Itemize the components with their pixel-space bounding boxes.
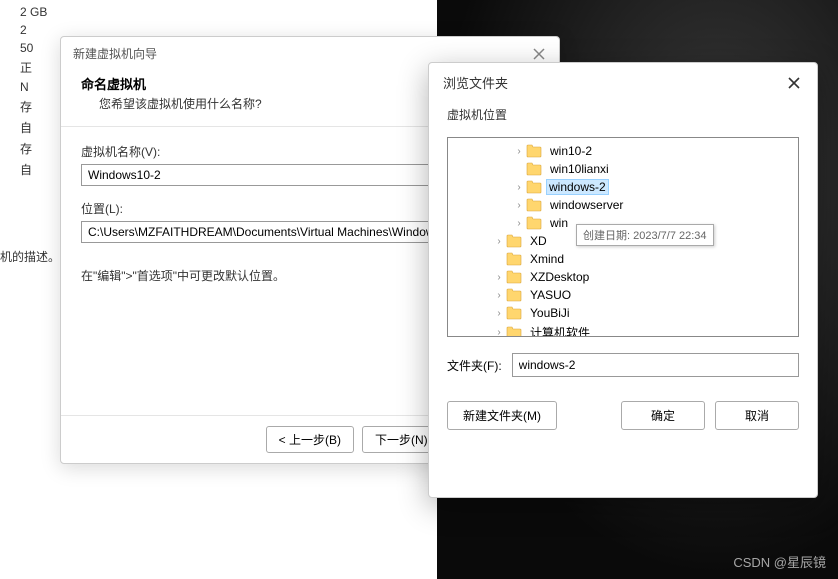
folder-icon — [526, 180, 542, 194]
back-button[interactable]: < 上一步(B) — [266, 426, 354, 453]
tree-item-label: win10lianxi — [546, 161, 613, 177]
folder-icon — [506, 326, 522, 338]
chevron-right-icon[interactable]: › — [492, 290, 506, 301]
chevron-right-icon[interactable]: › — [492, 272, 506, 283]
tree-item-label: windows-2 — [546, 179, 609, 195]
browse-title: 浏览文件夹 — [443, 73, 508, 92]
new-folder-button[interactable]: 新建文件夹(M) — [447, 401, 557, 430]
folder-icon — [506, 270, 522, 284]
tree-item-label: win — [546, 215, 572, 231]
chevron-right-icon[interactable]: › — [492, 236, 506, 247]
folder-icon — [526, 216, 542, 230]
folder-icon — [506, 288, 522, 302]
close-icon[interactable] — [785, 74, 803, 92]
folder-icon — [506, 252, 522, 266]
cancel-button[interactable]: 取消 — [715, 401, 799, 430]
chevron-right-icon[interactable]: › — [512, 218, 526, 229]
tree-item[interactable]: › windowserver — [448, 196, 798, 214]
tree-item-label: 计算机软件 — [526, 323, 594, 337]
folder-icon — [526, 162, 542, 176]
ok-button[interactable]: 确定 — [621, 401, 705, 430]
watermark: CSDN @星辰镜 — [733, 552, 826, 571]
folder-name-input[interactable] — [512, 353, 799, 377]
tree-item-label: Xmind — [526, 251, 568, 267]
tree-item[interactable]: › YouBiJi — [448, 304, 798, 322]
folder-tooltip: 创建日期: 2023/7/7 22:34 — [576, 224, 714, 246]
tree-item-label: YASUO — [526, 287, 575, 303]
chevron-right-icon[interactable]: › — [512, 200, 526, 211]
bg-caption: 机的描述。 — [0, 248, 60, 265]
chevron-right-icon[interactable]: › — [512, 182, 526, 193]
browse-subtitle: 虚拟机位置 — [429, 102, 817, 133]
folder-icon — [526, 198, 542, 212]
tree-item[interactable]: › 计算机软件 — [448, 322, 798, 337]
tree-item-label: XZDesktop — [526, 269, 593, 285]
tree-item-label: XD — [526, 233, 551, 249]
folder-icon — [506, 234, 522, 248]
tree-item[interactable]: › win10-2 — [448, 142, 798, 160]
tree-item[interactable]: › YASUO — [448, 286, 798, 304]
chevron-right-icon[interactable]: › — [492, 327, 506, 337]
chevron-right-icon[interactable]: › — [512, 146, 526, 157]
tree-item-label: windowserver — [546, 197, 627, 213]
tree-item[interactable]: › XZDesktop — [448, 268, 798, 286]
wizard-title: 新建虚拟机向导 — [73, 45, 157, 62]
folder-name-label: 文件夹(F): — [447, 357, 502, 374]
close-icon[interactable] — [531, 46, 547, 62]
tree-item-label: YouBiJi — [526, 305, 574, 321]
tree-item-label: win10-2 — [546, 143, 596, 159]
chevron-right-icon[interactable]: › — [492, 308, 506, 319]
tree-item[interactable]: › windows-2 — [448, 178, 798, 196]
tree-item[interactable]: ›win10lianxi — [448, 160, 798, 178]
folder-icon — [526, 144, 542, 158]
folder-tree[interactable]: ›win10-2›win10lianxi›windows-2›windowser… — [447, 137, 799, 337]
browse-folder-dialog: 浏览文件夹 虚拟机位置 ›win10-2›win10lianxi›windows… — [428, 62, 818, 498]
folder-icon — [506, 306, 522, 320]
tree-item[interactable]: ›Xmind — [448, 250, 798, 268]
